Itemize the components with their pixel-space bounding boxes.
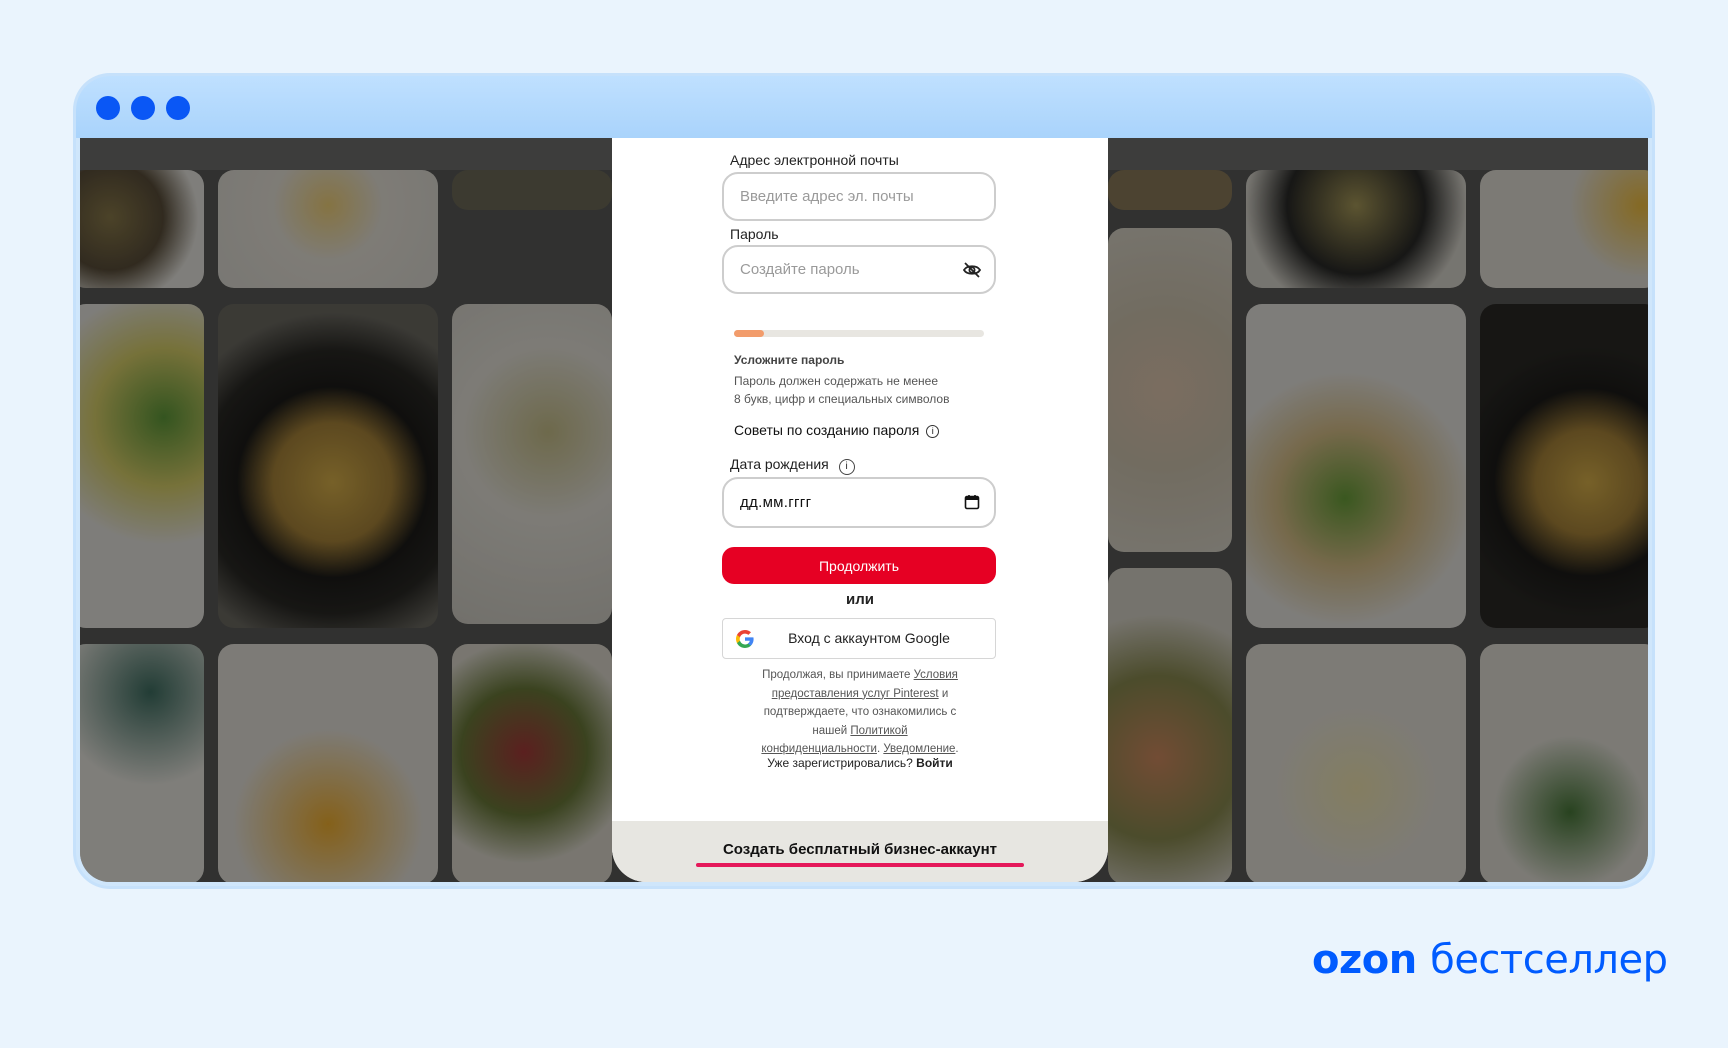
terms-text-part: нашей xyxy=(812,724,848,737)
info-icon[interactable]: i xyxy=(926,425,940,438)
terms-of-service-link-cont[interactable]: предоставления услуг Pinterest xyxy=(772,688,939,700)
brand-name: ozon xyxy=(1312,937,1417,983)
highlight-underline xyxy=(696,863,1024,867)
browser-window: Адрес электронной почты Введите адрес эл… xyxy=(76,76,1652,886)
birthdate-field[interactable]: дд.мм.гггг xyxy=(722,477,996,528)
birthdate-label: Дата рождения i xyxy=(730,456,855,475)
minimize-window-button[interactable] xyxy=(131,96,155,120)
maximize-window-button[interactable] xyxy=(166,96,190,120)
password-tips-link[interactable]: Советы по созданию пароля i xyxy=(734,422,940,438)
or-divider: или xyxy=(846,591,874,608)
info-icon[interactable]: i xyxy=(838,459,855,475)
google-login-label: Вход с аккаунтом Google xyxy=(788,630,950,646)
calendar-icon[interactable] xyxy=(964,494,980,510)
already-registered-row: Уже зарегистрировались? Войти xyxy=(612,756,1108,770)
strength-hint-line2: 8 букв, цифр и специальных символов xyxy=(734,392,950,406)
password-strength-fill xyxy=(734,330,764,337)
close-window-button[interactable] xyxy=(96,96,120,120)
email-placeholder: Введите адрес эл. почты xyxy=(740,188,914,205)
email-field[interactable]: Введите адрес эл. почты xyxy=(722,172,996,221)
terms-text: Продолжая, вы принимаете Условия предост… xyxy=(761,669,959,755)
brand-suffix: бестселлер xyxy=(1430,937,1668,983)
google-login-button[interactable]: Вход с аккаунтом Google xyxy=(722,618,996,659)
password-placeholder: Создайте пароль xyxy=(740,261,860,278)
window-titlebar xyxy=(76,76,1652,138)
terms-text-part: подтверждаете, что ознакомились с xyxy=(763,706,957,718)
privacy-policy-link[interactable]: Политикой xyxy=(850,725,907,737)
password-label: Пароль xyxy=(730,226,779,242)
signup-modal: Адрес электронной почты Введите адрес эл… xyxy=(612,138,1108,882)
strength-title: Усложните пароль xyxy=(734,353,845,367)
create-business-account-link[interactable]: Создать бесплатный бизнес-аккаунт xyxy=(612,841,1108,858)
password-field[interactable]: Создайте пароль xyxy=(722,245,996,294)
terms-text-part: и xyxy=(941,687,949,700)
business-footer: Создать бесплатный бизнес-аккаунт xyxy=(612,821,1108,882)
login-link[interactable]: Войти xyxy=(916,756,953,770)
email-label: Адрес электронной почты xyxy=(730,152,899,168)
birthdate-label-text: Дата рождения xyxy=(730,456,829,472)
eye-off-icon[interactable] xyxy=(962,260,982,280)
privacy-policy-link-cont[interactable]: конфиденциальности xyxy=(761,743,877,755)
notice-link[interactable]: Уведомление xyxy=(883,743,955,755)
brand-logo: ozon бестселлер xyxy=(1312,937,1668,983)
already-registered-text: Уже зарегистрировались? xyxy=(767,756,913,770)
terms-of-service-link[interactable]: Условия xyxy=(914,669,958,681)
page-viewport: Адрес электронной почты Введите адрес эл… xyxy=(80,138,1648,882)
birthdate-value: дд.мм.гггг xyxy=(740,494,812,511)
password-strength-meter xyxy=(734,330,984,337)
password-tips-label: Советы по созданию пароля xyxy=(734,422,920,438)
terms-text-part: Продолжая, вы принимаете xyxy=(762,669,911,681)
strength-hint-line1: Пароль должен содержать не менее xyxy=(734,374,938,388)
continue-button[interactable]: Продолжить xyxy=(722,547,996,584)
